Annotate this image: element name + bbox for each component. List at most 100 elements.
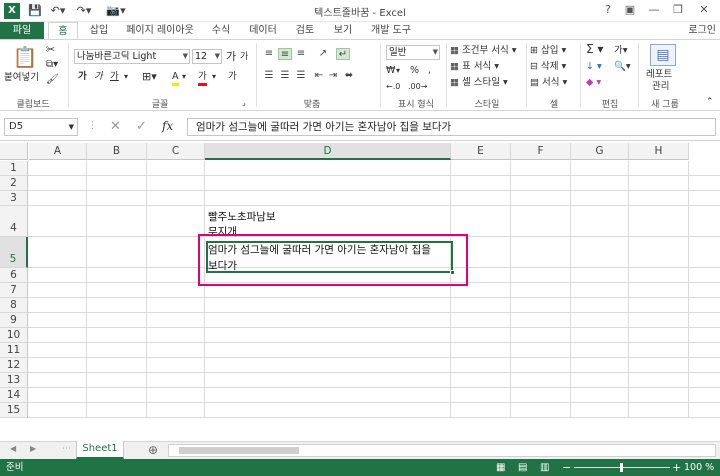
minimize-icon[interactable]: — bbox=[644, 2, 664, 18]
orientation-icon[interactable]: ↗ bbox=[316, 48, 330, 60]
delete-cells-button[interactable]: ⊟ 삭제 ▾ bbox=[530, 60, 566, 73]
font-color-icon[interactable]: 가 bbox=[198, 70, 207, 86]
decrease-indent-icon[interactable]: ⇤ bbox=[312, 70, 326, 82]
paste-button[interactable]: 붙여넣기 bbox=[4, 71, 39, 84]
underline-dropdown-icon[interactable]: ▾ bbox=[124, 70, 128, 83]
conditional-format-button[interactable]: ▦ 조건부 서식 ▾ bbox=[450, 44, 517, 57]
column-header-d[interactable]: D bbox=[205, 143, 451, 160]
row-header-8[interactable]: 8 bbox=[0, 298, 28, 313]
column-header-e[interactable]: E bbox=[451, 143, 511, 160]
ellipsis-icon[interactable]: ⋯ bbox=[62, 444, 71, 454]
border-icon[interactable]: ⊞▾ bbox=[142, 70, 157, 83]
merge-center-icon[interactable]: ⬌ bbox=[342, 70, 356, 82]
manage-label[interactable]: 관리 bbox=[652, 80, 669, 93]
sheet-tab-sheet1[interactable]: Sheet1 bbox=[76, 441, 124, 459]
column-header-h[interactable]: H bbox=[629, 143, 689, 160]
currency-dropdown-icon[interactable]: ▾ bbox=[396, 64, 400, 77]
tab-file[interactable]: 파일 bbox=[0, 22, 44, 40]
zoom-level[interactable]: 100 % bbox=[684, 459, 714, 476]
enter-icon[interactable]: ✓ bbox=[136, 119, 147, 134]
close-icon[interactable]: ✕ bbox=[694, 2, 714, 18]
row-header-1[interactable]: 1 bbox=[0, 161, 28, 176]
row-header-9[interactable]: 9 bbox=[0, 313, 28, 328]
tab-data[interactable]: 데이터 bbox=[244, 22, 282, 40]
align-middle-icon[interactable]: ≡ bbox=[278, 48, 292, 60]
font-name-select[interactable]: 나눔바른고딕 Light ▼ bbox=[74, 49, 190, 64]
align-top-icon[interactable]: ≡ bbox=[262, 48, 276, 60]
cell-styles-button[interactable]: ▦ 셀 스타일 ▾ bbox=[450, 76, 508, 89]
italic-button[interactable]: 가 bbox=[94, 70, 103, 83]
align-center-icon[interactable]: ☰ bbox=[278, 70, 292, 82]
sort-filter-icon[interactable]: 가▾ bbox=[614, 44, 628, 57]
restore-icon[interactable]: ❐ bbox=[668, 2, 688, 18]
row-header-2[interactable]: 2 bbox=[0, 176, 28, 191]
column-header-a[interactable]: A bbox=[29, 143, 87, 160]
insert-cells-button[interactable]: ⊞ 삽입 ▾ bbox=[530, 44, 566, 57]
row-header-12[interactable]: 12 bbox=[0, 358, 28, 373]
currency-button[interactable]: ₩ bbox=[386, 64, 395, 77]
column-header-f[interactable]: F bbox=[511, 143, 571, 160]
decrease-decimal-icon[interactable]: .00→ bbox=[408, 80, 427, 93]
column-header-b[interactable]: B bbox=[87, 143, 147, 160]
format-as-table-button[interactable]: ▦ 표 서식 ▾ bbox=[450, 60, 499, 73]
row-header-11[interactable]: 11 bbox=[0, 343, 28, 358]
next-sheet-icon[interactable]: ▶ bbox=[30, 444, 36, 453]
fill-dropdown-icon[interactable]: ▾ bbox=[182, 70, 186, 83]
tab-page-layout[interactable]: 페이지 레이아웃 bbox=[122, 22, 198, 40]
fill-down-icon[interactable]: ↓ ▾ bbox=[586, 60, 602, 73]
formula-input[interactable]: 엄마가 섬그늘에 굴따러 가면 아기는 혼자남아 집을 보다가 bbox=[187, 118, 716, 136]
increase-decimal-icon[interactable]: ←.0 bbox=[386, 80, 400, 93]
normal-view-icon[interactable]: ▦ bbox=[496, 459, 505, 476]
tab-review[interactable]: 검토 bbox=[292, 22, 318, 40]
clear-icon[interactable]: ◆ ▾ bbox=[586, 76, 601, 89]
zoom-out-icon[interactable]: − bbox=[562, 459, 571, 476]
zoom-slider-thumb[interactable] bbox=[620, 463, 623, 472]
name-box[interactable]: D5 ▼ bbox=[4, 118, 78, 136]
tab-view[interactable]: 보기 bbox=[330, 22, 356, 40]
clipboard-icon[interactable]: 📋 bbox=[10, 44, 40, 70]
cell-d4-line1[interactable]: 빨주노초파남보 bbox=[208, 210, 276, 224]
font-size-select[interactable]: 12 ▼ bbox=[192, 49, 222, 64]
row-header-6[interactable]: 6 bbox=[0, 268, 28, 283]
row-header-3[interactable]: 3 bbox=[0, 191, 28, 206]
copy-icon[interactable]: ⧉▾ bbox=[46, 58, 58, 71]
select-all-button[interactable] bbox=[0, 143, 28, 160]
cancel-icon[interactable]: ✕ bbox=[110, 119, 121, 134]
find-select-icon[interactable]: 🔍▾ bbox=[614, 60, 631, 73]
insert-function-icon[interactable]: fx bbox=[162, 119, 173, 133]
wrap-text-icon[interactable]: ↵ bbox=[336, 48, 350, 60]
format-cells-button[interactable]: ▤ 서식 ▾ bbox=[530, 76, 567, 89]
page-layout-view-icon[interactable]: ▤ bbox=[518, 459, 527, 476]
ribbon-options-icon[interactable]: ▣ bbox=[620, 2, 640, 18]
tab-developer[interactable]: 개발 도구 bbox=[366, 22, 416, 40]
shrink-font-icon[interactable]: 가 bbox=[240, 51, 248, 64]
bold-button[interactable]: 가 bbox=[78, 70, 87, 83]
row-header-5[interactable]: 5 bbox=[0, 237, 28, 268]
font-color-dropdown-icon[interactable]: ▾ bbox=[212, 70, 216, 83]
prev-sheet-icon[interactable]: ◀ bbox=[10, 444, 16, 453]
row-header-4[interactable]: 4 bbox=[0, 206, 28, 237]
help-icon[interactable]: ? bbox=[598, 2, 618, 18]
row-header-15[interactable]: 15 bbox=[0, 403, 28, 418]
number-format-select[interactable]: 일반 ▼ bbox=[386, 45, 440, 60]
dialog-launcher-icon[interactable]: ⌟ bbox=[242, 96, 246, 109]
phonetic-icon[interactable]: 가 bbox=[228, 70, 237, 83]
scrollbar-thumb[interactable] bbox=[179, 447, 299, 454]
column-header-g[interactable]: G bbox=[571, 143, 629, 160]
align-left-icon[interactable]: ☰ bbox=[262, 70, 276, 82]
percent-button[interactable]: % bbox=[410, 64, 419, 77]
row-header-10[interactable]: 10 bbox=[0, 328, 28, 343]
comma-button[interactable]: , bbox=[428, 64, 431, 77]
drag-handle-icon[interactable]: ⋮ bbox=[88, 121, 97, 131]
cut-icon[interactable]: ✂ bbox=[46, 43, 55, 56]
grow-font-icon[interactable]: 가 bbox=[226, 50, 236, 63]
login-link[interactable]: 로그인 bbox=[688, 22, 716, 40]
collapse-ribbon-icon[interactable]: ⌃ bbox=[706, 96, 714, 109]
format-painter-icon[interactable]: 🖌 bbox=[46, 73, 59, 86]
zoom-in-icon[interactable]: + bbox=[672, 459, 681, 476]
report-manager-icon[interactable]: ▤ bbox=[650, 44, 676, 66]
worksheet-grid[interactable]: ABCDEFGH 1 2 3 4 5 6 7 8 9 10 11 12 13 14 15 빨주노초파남보 무… bbox=[0, 141, 720, 441]
increase-indent-icon[interactable]: ⇥ bbox=[326, 70, 340, 82]
tab-insert[interactable]: 삽입 bbox=[86, 22, 112, 40]
row-header-13[interactable]: 13 bbox=[0, 373, 28, 388]
